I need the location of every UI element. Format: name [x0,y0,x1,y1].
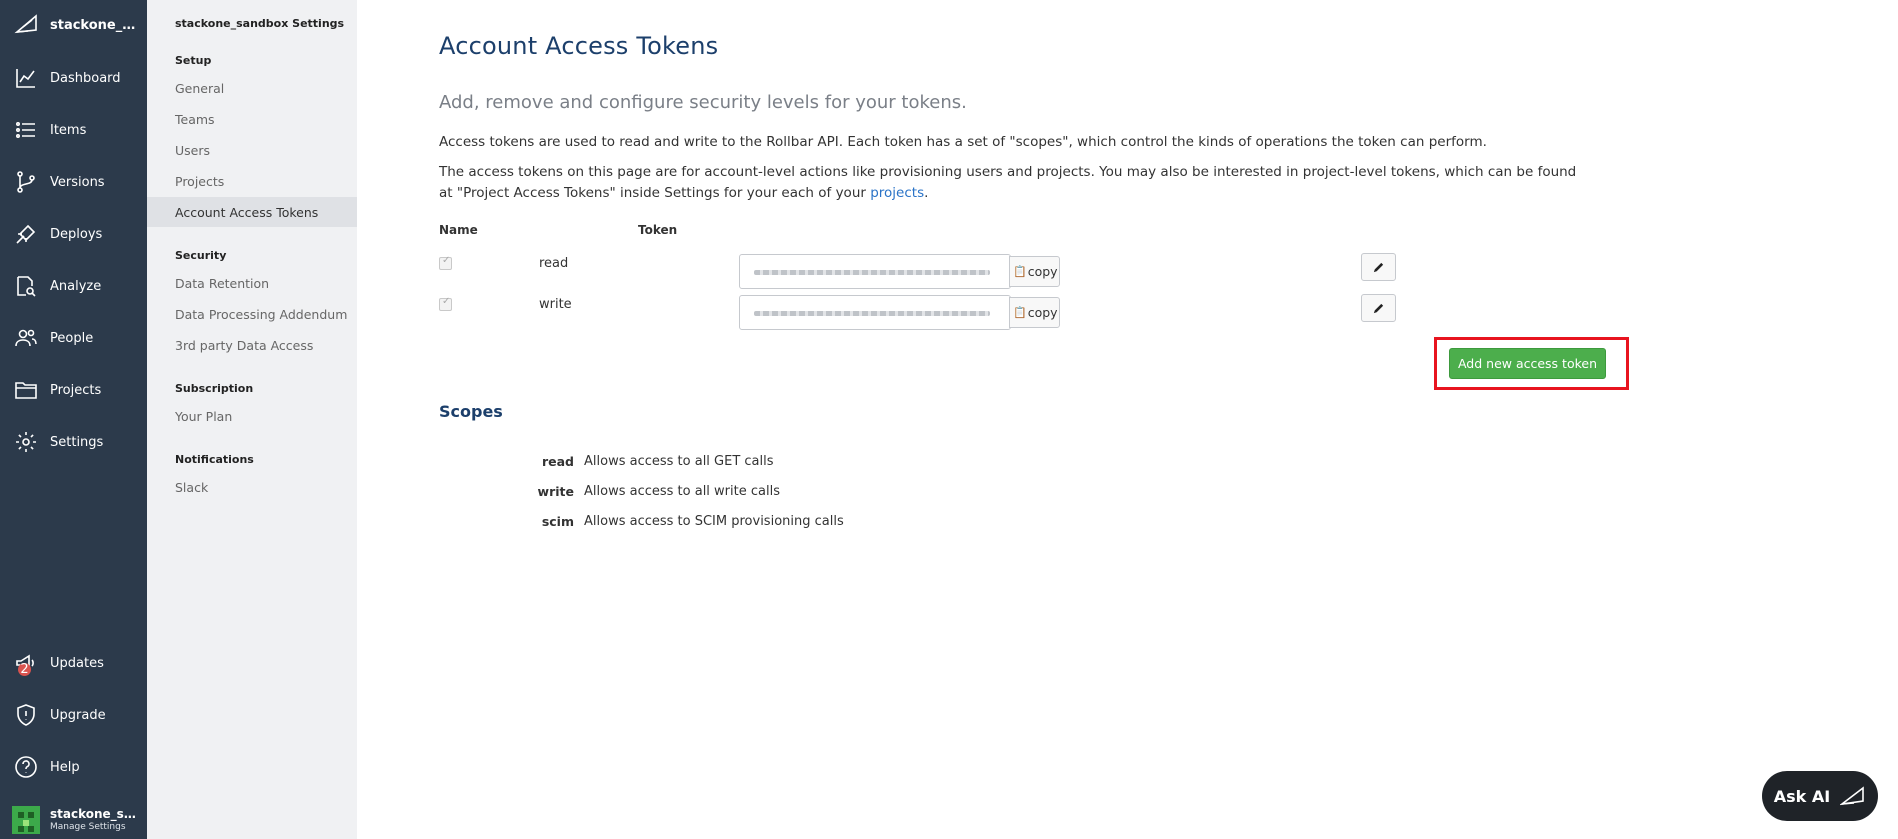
edit-write-token-button[interactable] [1361,294,1396,322]
settings-link-3rd-party-data-access[interactable]: 3rd party Data Access [147,330,357,360]
redacted-token [754,311,990,316]
nav-label: Items [50,122,87,138]
rocket-icon [16,224,36,244]
magnify-doc-icon [17,276,36,297]
section-notifications: Notifications [175,453,254,466]
scopes-heading: Scopes [439,402,503,421]
settings-sidebar: stackone_sandbox Settings Setup General … [147,0,357,839]
help-icon [15,756,37,778]
rollbar-logo-icon [14,14,37,34]
column-header-name: Name [439,223,478,237]
clipboard-icon: 📋 [1013,306,1027,319]
redacted-token [754,270,990,275]
scope-desc: Allows access to SCIM provisioning calls [584,514,844,529]
page-title: Account Access Tokens [439,32,719,60]
avatar [12,805,40,834]
chart-line-icon [16,69,35,88]
scope-note-text: The access tokens on this page are for a… [439,164,1577,201]
org-name: stackone_sandbox [50,17,142,33]
nav-label: Upgrade [50,707,106,723]
updates-badge: 2 [18,662,31,677]
nav-item-dashboard[interactable]: Dashboard [0,58,147,98]
nav-label: Analyze [50,278,102,294]
settings-link-data-processing-addendum[interactable]: Data Processing Addendum [147,299,357,329]
scope-desc: Allows access to all write calls [584,484,780,499]
nav-label: Settings [50,434,104,450]
column-header-token: Token [638,223,678,237]
nav-item-items[interactable]: Items [0,110,147,150]
settings-link-slack[interactable]: Slack [147,472,357,502]
nav-label: Help [50,759,80,775]
scope-name: write [537,484,574,499]
rollbar-logo-icon [1840,786,1865,806]
scope-note-paragraph: The access tokens on this page are for a… [439,162,1589,204]
scope-note-end: . [924,185,929,201]
token-write-field[interactable] [739,295,1011,330]
settings-link-data-retention[interactable]: Data Retention [147,268,357,298]
nav-label: Dashboard [50,70,121,86]
pencil-icon [1373,303,1384,313]
settings-link-account-access-tokens[interactable]: Account Access Tokens [147,197,357,227]
settings-link-general[interactable]: General [147,73,357,103]
copy-label: copy [1027,264,1058,279]
nav-item-upgrade[interactable]: Upgrade [0,695,147,735]
token-read-checkbox[interactable] [439,255,452,270]
nav-label: Versions [50,174,105,190]
copy-read-token-button[interactable]: 📋 copy [1009,256,1060,287]
nav-label: Deploys [50,226,103,242]
nav-label: People [50,330,94,346]
nav-label: Projects [50,382,102,398]
folder-icon [15,382,37,399]
nav-item-help[interactable]: Help [0,747,147,787]
nav-item-versions[interactable]: Versions [0,162,147,202]
token-name: write [539,297,572,312]
edit-read-token-button[interactable] [1361,253,1396,281]
nav-item-settings[interactable]: Settings [0,422,147,462]
copy-label: copy [1027,305,1058,320]
ask-ai-label: Ask AI [1773,786,1831,806]
section-setup: Setup [175,54,212,67]
section-subscription: Subscription [175,382,254,395]
ask-ai-button[interactable]: Ask AI [1762,771,1878,821]
settings-link-teams[interactable]: Teams [147,104,357,134]
user-name: stackone_sandbox [50,806,140,821]
scope-name: scim [541,514,574,529]
projects-link[interactable]: projects [870,185,924,201]
shield-icon [17,704,35,726]
token-write-checkbox[interactable] [439,296,452,311]
token-name: read [539,256,569,271]
nav-item-updates[interactable]: 2 Updates [0,643,147,683]
git-branch-icon [17,171,35,193]
intro-paragraph: Access tokens are used to read and write… [439,134,1487,150]
scope-name: read [541,454,574,469]
settings-link-users[interactable]: Users [147,135,357,165]
copy-write-token-button[interactable]: 📋 copy [1009,297,1060,328]
pencil-icon [1373,262,1384,272]
clipboard-icon: 📋 [1013,265,1027,278]
org-switcher[interactable]: stackone_sandbox [0,0,147,50]
settings-link-projects[interactable]: Projects [147,166,357,196]
people-icon [15,329,37,347]
token-read-field[interactable] [739,254,1011,289]
section-security: Security [175,249,227,262]
settings-link-your-plan[interactable]: Your Plan [147,401,357,431]
main-nav: stackone_sandbox Dashboard Items Version… [0,0,147,839]
gear-icon [16,432,36,452]
user-menu[interactable]: stackone_sandbox Manage Settings [0,800,147,839]
nav-item-analyze[interactable]: Analyze [0,266,147,306]
settings-title: stackone_sandbox Settings [175,17,345,30]
manage-settings-link[interactable]: Manage Settings [50,821,140,833]
add-access-token-button[interactable]: Add new access token [1449,348,1606,379]
main-content: Account Access Tokens Add, remove and co… [357,0,1898,839]
list-icon [15,122,35,138]
page-subtitle: Add, remove and configure security level… [439,92,967,113]
nav-item-people[interactable]: People [0,318,147,358]
nav-label: Updates [50,655,104,671]
nav-item-projects[interactable]: Projects [0,370,147,410]
scope-desc: Allows access to all GET calls [584,454,774,469]
nav-item-deploys[interactable]: Deploys [0,214,147,254]
